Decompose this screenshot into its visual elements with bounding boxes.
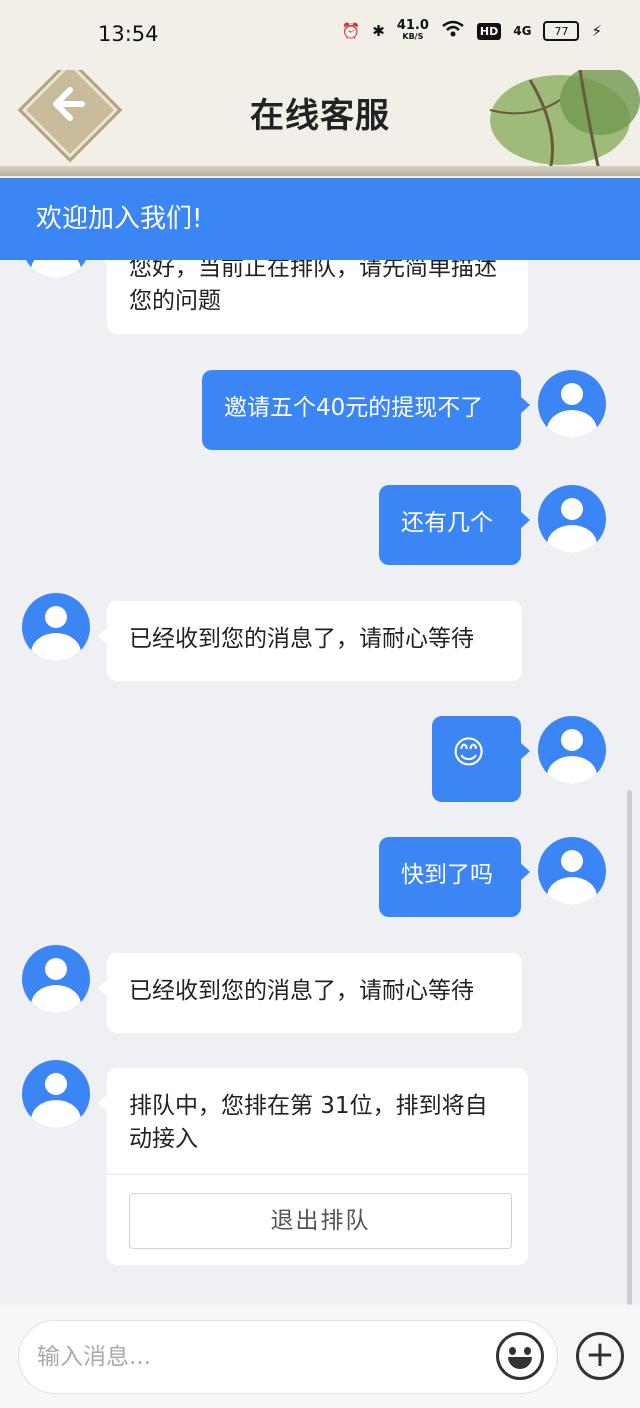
alarm-icon: ⏰: [341, 22, 361, 40]
message-text: 您好，当前正在排队，请先简单描述您的问题: [129, 255, 497, 314]
smile-emoji-icon: 😊: [452, 733, 486, 771]
agent-avatar: [22, 593, 90, 661]
message-bubble: 邀请五个40元的提现不了: [202, 370, 530, 450]
chat-list[interactable]: 您好，当前正在排队，请先简单描述您的问题 邀请五个40元的提现不了 还有几个 已…: [0, 200, 640, 1305]
status-icons: ⏰ ✱ 41.0 KB/S HD 4G 77 ⚡: [341, 18, 602, 42]
input-bar: 输入消息... +: [0, 1305, 640, 1408]
chat-scrollbar[interactable]: [627, 790, 632, 1305]
bluetooth-icon: ✱: [372, 22, 385, 40]
battery-level: 77: [554, 24, 569, 38]
signal-label: 4G: [513, 24, 532, 38]
status-time: 13:54: [98, 22, 159, 46]
card-divider: [107, 1174, 528, 1175]
agent-avatar: [22, 1060, 90, 1128]
welcome-banner: 欢迎加入我们!: [0, 178, 640, 260]
net-speed-value: 41.0: [396, 18, 429, 33]
emoji-button-icon[interactable]: [496, 1332, 544, 1380]
signal-icon: 4G: [513, 24, 531, 38]
message-text: 邀请五个40元的提现不了: [224, 395, 484, 421]
message-text: 已经收到您的消息了，请耐心等待: [129, 626, 474, 652]
charging-icon: ⚡: [591, 22, 602, 40]
quit-queue-button[interactable]: 退出排队: [129, 1193, 512, 1249]
message-bubble: 已经收到您的消息了，请耐心等待: [98, 953, 522, 1033]
user-avatar: [538, 370, 606, 438]
wifi-icon: [441, 20, 465, 42]
user-avatar: [538, 837, 606, 905]
header-border: [0, 166, 640, 176]
queue-card: 排队中，您排在第 31位，排到将自动接入 退出排队: [98, 1068, 528, 1265]
user-avatar: [538, 716, 606, 784]
net-speed-unit: KB/S: [402, 32, 424, 41]
message-bubble: 还有几个: [379, 485, 530, 565]
app-header: 在线客服: [0, 70, 640, 170]
message-bubble: 已经收到您的消息了，请耐心等待: [98, 601, 522, 681]
message-text: 快到了吗: [401, 862, 493, 888]
user-avatar: [538, 485, 606, 553]
willow-decoration-icon: [489, 70, 640, 170]
battery-icon: 77: [543, 21, 580, 41]
message-text: 已经收到您的消息了，请耐心等待: [129, 978, 474, 1004]
queue-status-text: 排队中，您排在第 31位，排到将自动接入: [129, 1093, 488, 1152]
message-bubble: 😊: [432, 716, 530, 802]
agent-avatar: [22, 945, 90, 1013]
net-speed: 41.0 KB/S: [396, 18, 429, 42]
status-bar: 13:54 ⏰ ✱ 41.0 KB/S HD 4G 77 ⚡: [0, 0, 640, 70]
message-bubble: 快到了吗: [379, 837, 530, 917]
message-text: 还有几个: [401, 510, 493, 536]
add-button-icon[interactable]: +: [576, 1332, 624, 1380]
hd-badge: HD: [476, 22, 502, 40]
message-input[interactable]: 输入消息...: [18, 1320, 558, 1394]
